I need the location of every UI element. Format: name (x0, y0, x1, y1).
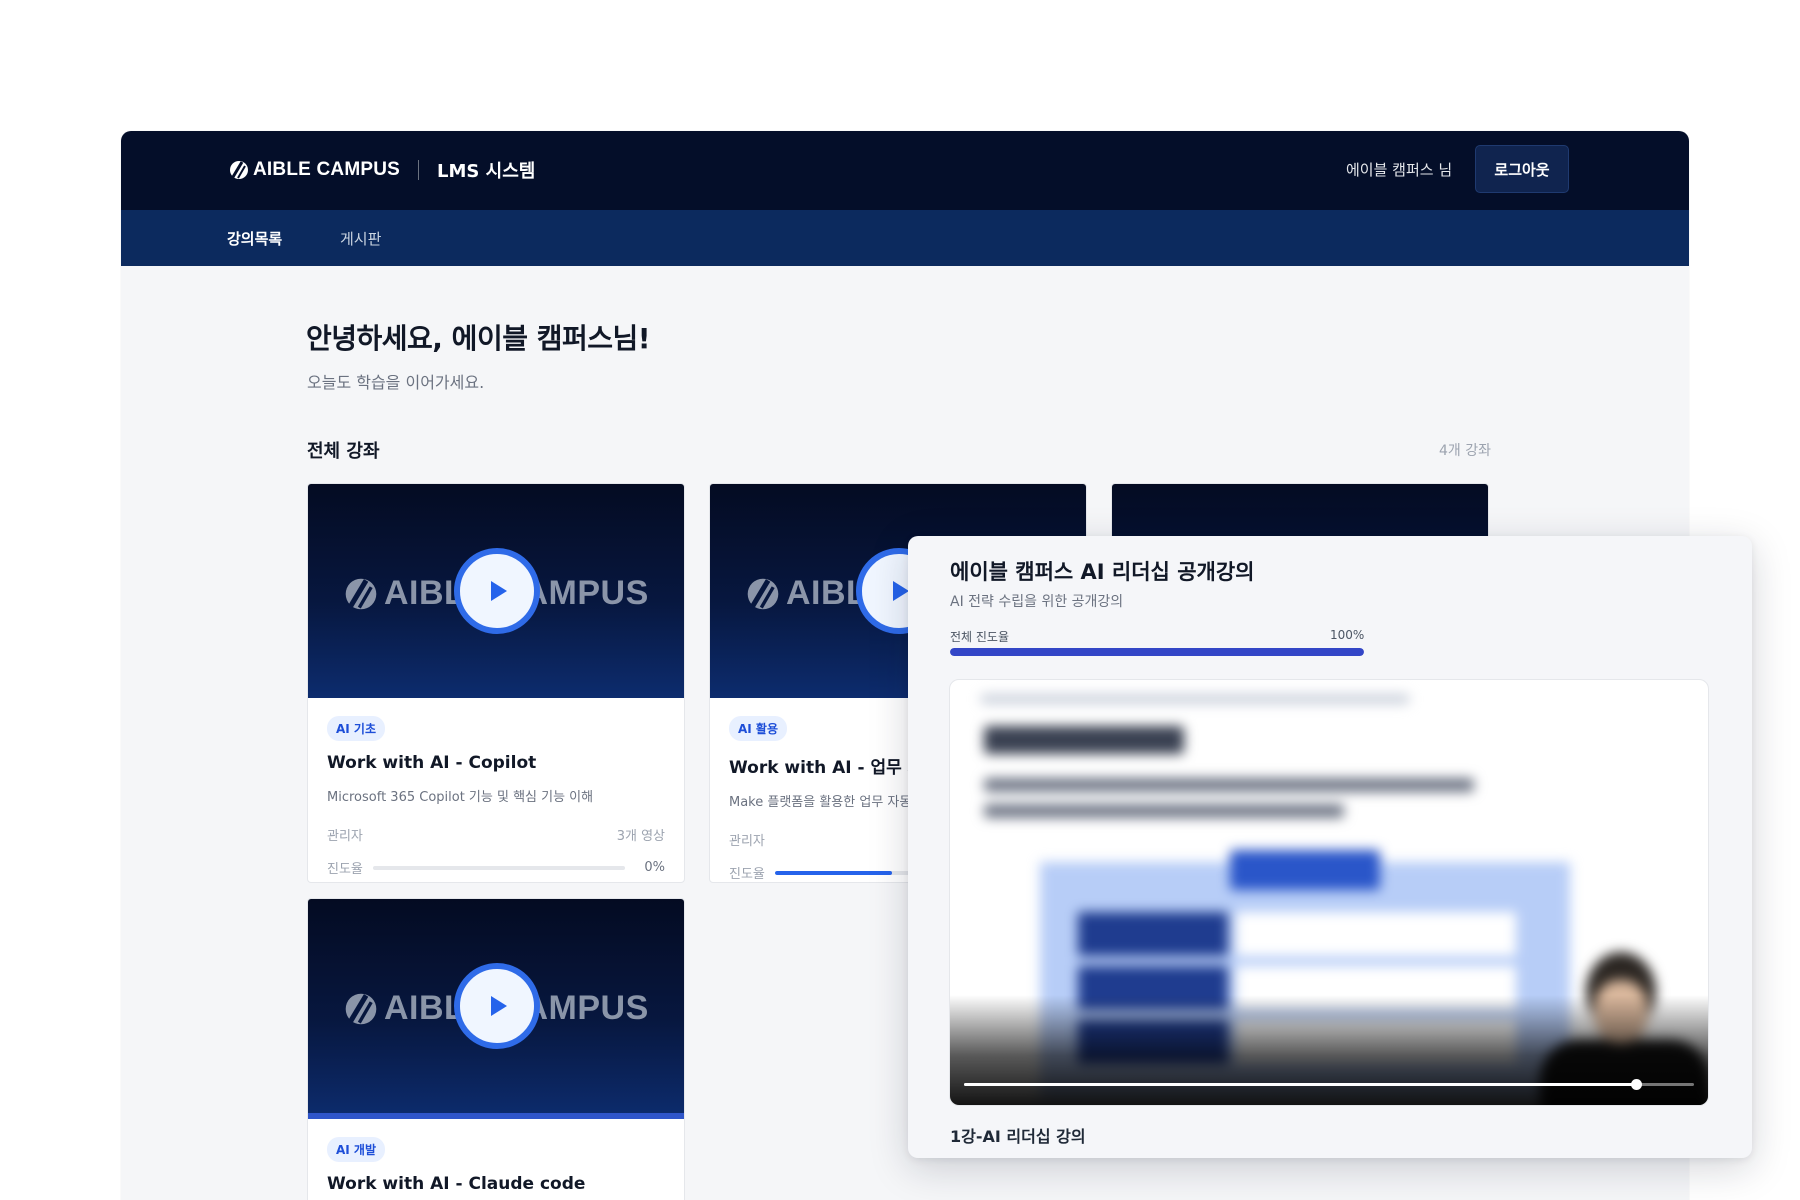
video-controls-shade (950, 995, 1708, 1105)
play-button[interactable] (454, 963, 540, 1049)
video-seek-fill (964, 1083, 1636, 1086)
brand-divider (418, 160, 420, 180)
current-lesson-title[interactable]: 1강-AI 리더십 강의 (950, 1123, 1086, 1147)
page-title: 안녕하세요, 에이블 캠퍼스님! (306, 322, 651, 355)
play-button[interactable] (454, 548, 540, 634)
user-name: 에이블 캠퍼스 님 (1346, 161, 1453, 179)
course-title[interactable]: Work with AI - Copilot (327, 753, 665, 773)
thumbnail-accent-bar (308, 1113, 684, 1119)
page-subtitle: 오늘도 학습을 이어가세요. (307, 373, 485, 392)
progress-label: 진도율 (729, 867, 765, 882)
overall-progress-label: 전체 진도율 (950, 630, 1010, 644)
aible-logo-icon (747, 578, 779, 609)
course-card[interactable]: AIBLE CAMPUS AI 개발 Work with AI - Claude… (307, 898, 685, 1200)
nav-item-courses[interactable]: 강의목록 (227, 228, 282, 249)
course-description: Microsoft 365 Copilot 기능 및 핵심 기능 이해 (327, 790, 594, 805)
brand[interactable]: AIBLE CAMPUS LMS 시스템 (229, 157, 535, 183)
aible-logo-icon (230, 161, 248, 179)
player-course-subtitle: AI 전략 수립을 위한 공개강의 (950, 594, 1124, 610)
course-progress: 진도율 0% (327, 858, 665, 877)
brand-name: AIBLE CAMPUS (253, 159, 401, 180)
course-author: 관리자 (729, 834, 765, 849)
video-frame[interactable] (949, 679, 1709, 1106)
category-badge: AI 개발 (327, 1137, 386, 1162)
play-icon (491, 581, 507, 601)
main-nav: 강의목록 게시판 (121, 210, 1689, 266)
progress-percent: 0% (644, 860, 665, 875)
player-course-title: 에이블 캠퍼스 AI 리더십 공개강의 (950, 560, 1255, 584)
course-thumbnail[interactable]: AIBLE CAMPUS (308, 484, 684, 698)
overall-progress-percent: 100% (1330, 628, 1365, 642)
category-badge: AI 활용 (729, 716, 788, 741)
nav-item-board[interactable]: 게시판 (340, 228, 381, 249)
course-count: 4개 강좌 (1439, 443, 1491, 459)
brand-logo: AIBLE CAMPUS (229, 159, 400, 181)
course-card-body: AI 개발 Work with AI - Claude code (308, 1119, 684, 1194)
aible-logo-icon (345, 993, 377, 1024)
course-author: 관리자 (327, 829, 363, 844)
category-badge: AI 기초 (327, 716, 386, 741)
course-meta: 관리자 3개 영상 (327, 825, 665, 844)
progress-bar (372, 865, 625, 870)
course-title[interactable]: Work with AI - Claude code (327, 1174, 665, 1194)
video-seek-handle[interactable] (1630, 1079, 1642, 1090)
aible-logo-icon (345, 578, 377, 609)
course-card[interactable]: AIBLE CAMPUS AI 기초 Work with AI - Copilo… (307, 483, 685, 883)
logout-button[interactable]: 로그아웃 (1475, 145, 1569, 193)
progress-label: 진도율 (327, 862, 363, 877)
overall-progress-bar (950, 648, 1364, 656)
progress-fill (774, 870, 892, 875)
course-thumbnail[interactable]: AIBLE CAMPUS (308, 899, 684, 1119)
top-header: AIBLE CAMPUS LMS 시스템 에이블 캠퍼스 님 로그아웃 (121, 131, 1689, 210)
section-title: 전체 강좌 (307, 441, 380, 462)
overall-progress-fill (950, 648, 1364, 656)
play-icon (491, 996, 507, 1016)
video-player-panel: 에이블 캠퍼스 AI 리더십 공개강의 AI 전략 수립을 위한 공개강의 전체… (908, 536, 1752, 1158)
course-card-body: AI 기초 Work with AI - Copilot Microsoft 3… (308, 698, 684, 877)
system-name: LMS 시스템 (437, 161, 536, 182)
video-seek-bar[interactable] (964, 1079, 1694, 1090)
video-count: 3개 영상 (616, 829, 665, 844)
